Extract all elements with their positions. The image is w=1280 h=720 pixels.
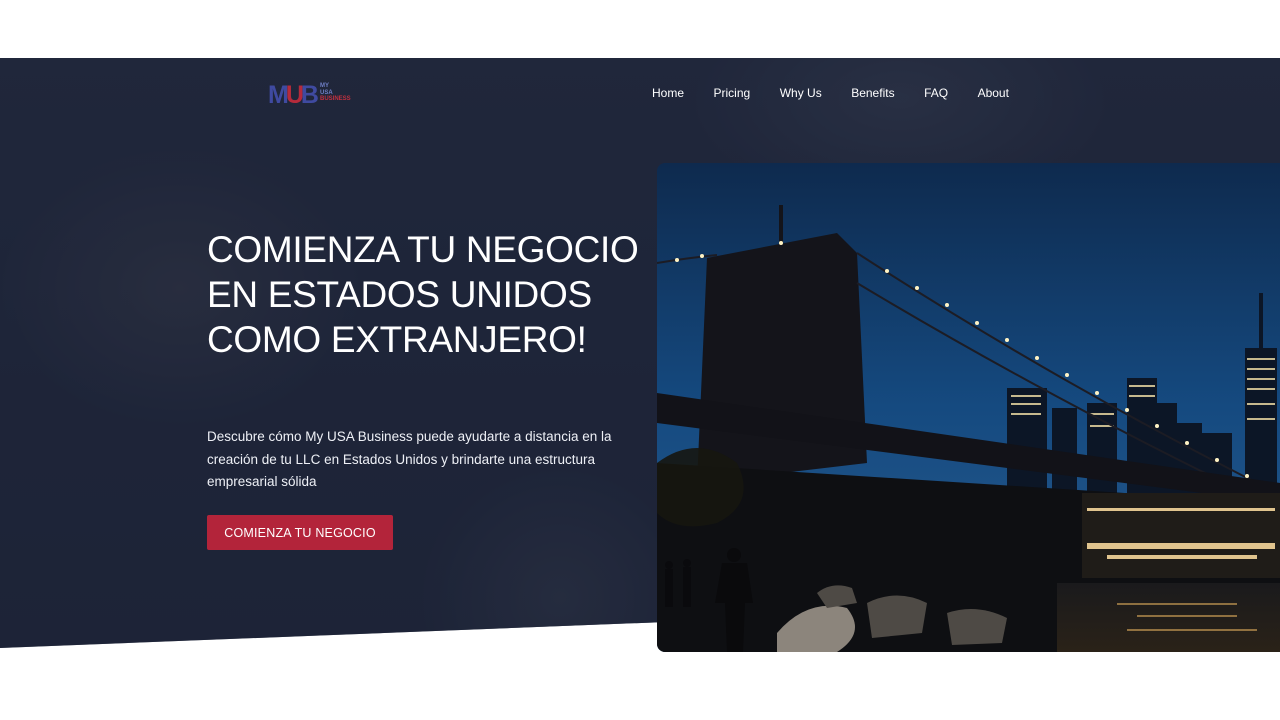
nav-about[interactable]: About	[978, 85, 1009, 103]
hero-description: Descubre cómo My USA Business puede ayud…	[207, 429, 612, 489]
nav-home[interactable]: Home	[652, 85, 684, 103]
nav-benefits[interactable]: Benefits	[851, 85, 894, 103]
brand-logo[interactable]: MUB MY USA BUSINESS	[268, 81, 360, 109]
nav-why-us[interactable]: Why Us	[780, 85, 822, 103]
hero-headline: COMIENZA TU NEGOCIO EN ESTADOS UNIDOS CO…	[207, 229, 639, 360]
start-business-button[interactable]: COMIENZA TU NEGOCIO	[207, 515, 393, 550]
logo-wordmark: MY USA BUSINESS	[320, 83, 351, 102]
logo-mark: MUB	[268, 81, 319, 109]
nav-pricing[interactable]: Pricing	[714, 85, 751, 103]
hero-photo	[657, 163, 1280, 652]
main-nav: Home Pricing Why Us Benefits FAQ About	[652, 85, 1038, 103]
nav-faq[interactable]: FAQ	[924, 85, 948, 103]
